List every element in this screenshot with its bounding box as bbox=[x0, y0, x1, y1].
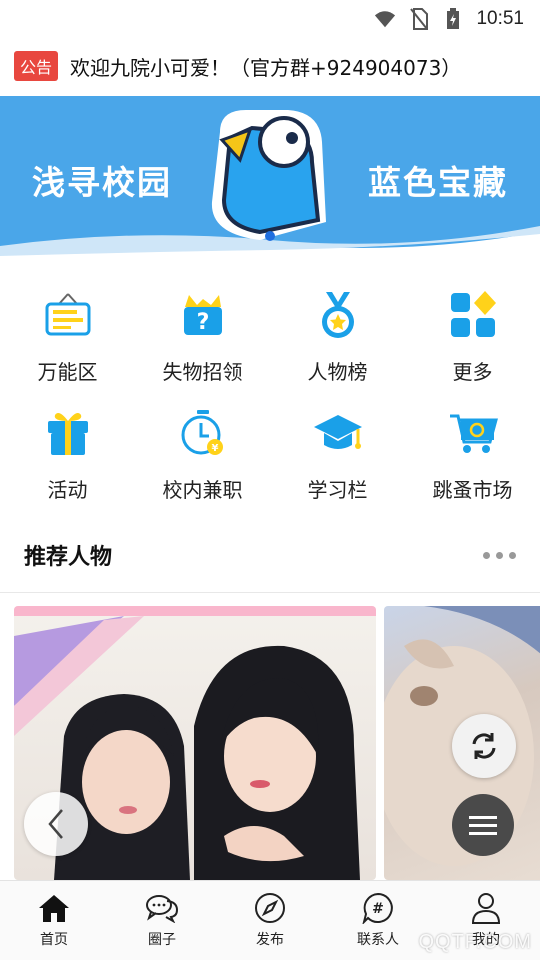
divider bbox=[0, 592, 540, 593]
svg-text:?: ? bbox=[196, 310, 209, 335]
watermark: QQTF.COM bbox=[418, 931, 532, 953]
announcement-tag: 公告 bbox=[14, 51, 59, 81]
recycle-cart-icon bbox=[446, 406, 500, 460]
person-icon bbox=[469, 891, 503, 925]
more-grid-icon bbox=[446, 288, 500, 342]
tab-home[interactable]: 首页 bbox=[0, 881, 108, 960]
hamburger-icon bbox=[469, 816, 497, 835]
announcement-bar[interactable]: 公告 欢迎九院小可爱！（官方群+924904073） bbox=[14, 48, 530, 84]
status-bar: 10:51 bbox=[0, 0, 540, 38]
svg-text:#: # bbox=[372, 901, 384, 917]
grid-item-label: 人物榜 bbox=[307, 360, 368, 384]
grid-item-lost-found[interactable]: ? 失物招领 bbox=[135, 282, 270, 400]
chat-bubbles-icon bbox=[145, 891, 179, 925]
hero-banner[interactable]: 浅寻校园 蓝色宝藏 bbox=[0, 96, 540, 262]
grid-row: 活动 ¥ 校内兼职 学习栏 跳蚤市场 bbox=[0, 400, 540, 518]
bird-mascot-logo bbox=[211, 110, 326, 241]
tab-label: 首页 bbox=[40, 932, 68, 948]
clock-coin-icon: ¥ bbox=[176, 406, 230, 460]
grid-item-study[interactable]: 学习栏 bbox=[270, 400, 405, 518]
section-header: 推荐人物 bbox=[24, 530, 516, 580]
grid-item-label: 失物招领 bbox=[162, 360, 243, 384]
chevron-left-icon bbox=[48, 809, 63, 839]
compass-icon bbox=[253, 891, 287, 925]
tab-label: 发布 bbox=[256, 932, 284, 948]
tab-label: 联系人 bbox=[357, 932, 399, 948]
menu-button[interactable] bbox=[452, 794, 514, 856]
home-icon bbox=[37, 891, 71, 925]
grid-item-label: 校内兼职 bbox=[162, 478, 243, 502]
tab-contacts[interactable]: # 联系人 bbox=[324, 881, 432, 960]
battery-charging-icon bbox=[442, 8, 464, 30]
grid-item-label: 学习栏 bbox=[307, 478, 368, 502]
grid-item-label: 更多 bbox=[452, 360, 493, 384]
tab-circle[interactable]: 圈子 bbox=[108, 881, 216, 960]
grid-item-label: 万能区 bbox=[37, 360, 98, 384]
tab-label: 圈子 bbox=[148, 932, 176, 948]
clock: 10:51 bbox=[476, 8, 524, 29]
tab-publish[interactable]: 发布 bbox=[216, 881, 324, 960]
grid-item-flea-market[interactable]: 跳蚤市场 bbox=[405, 400, 540, 518]
svg-text:¥: ¥ bbox=[211, 443, 218, 454]
grid-item-label: 活动 bbox=[47, 478, 88, 502]
board-icon bbox=[41, 288, 95, 342]
grid-item-parttime[interactable]: ¥ 校内兼职 bbox=[135, 400, 270, 518]
grid-item-more[interactable]: 更多 bbox=[405, 282, 540, 400]
announcement-text: 欢迎九院小可爱！（官方群+924904073） bbox=[70, 55, 462, 80]
no-sim-icon bbox=[408, 8, 430, 30]
carousel-prev-button[interactable] bbox=[24, 792, 88, 856]
grid-item-ranking[interactable]: 人物榜 bbox=[270, 282, 405, 400]
refresh-button[interactable] bbox=[452, 714, 516, 778]
grid-item-activity[interactable]: 活动 bbox=[0, 400, 135, 518]
graduation-cap-icon bbox=[311, 406, 365, 460]
grid-item-wanneng[interactable]: 万能区 bbox=[0, 282, 135, 400]
section-title: 推荐人物 bbox=[24, 545, 113, 570]
question-box-icon: ? bbox=[176, 288, 230, 342]
gift-icon bbox=[41, 406, 95, 460]
wifi-icon bbox=[374, 8, 396, 30]
grid-row: 万能区 ? 失物招领 人物榜 更多 bbox=[0, 282, 540, 400]
function-grid: 万能区 ? 失物招领 人物榜 更多 活动 ¥ 校内兼职 学习栏 跳蚤市场 bbox=[0, 282, 540, 518]
banner-slogan-left: 浅寻校园 bbox=[32, 163, 172, 202]
banner-slogan-right: 蓝色宝藏 bbox=[368, 163, 508, 202]
grid-item-label: 跳蚤市场 bbox=[432, 478, 513, 502]
hashtag-bubble-icon: # bbox=[361, 891, 395, 925]
medal-icon bbox=[311, 288, 365, 342]
refresh-icon bbox=[472, 733, 496, 759]
more-dots-icon[interactable] bbox=[483, 551, 516, 559]
